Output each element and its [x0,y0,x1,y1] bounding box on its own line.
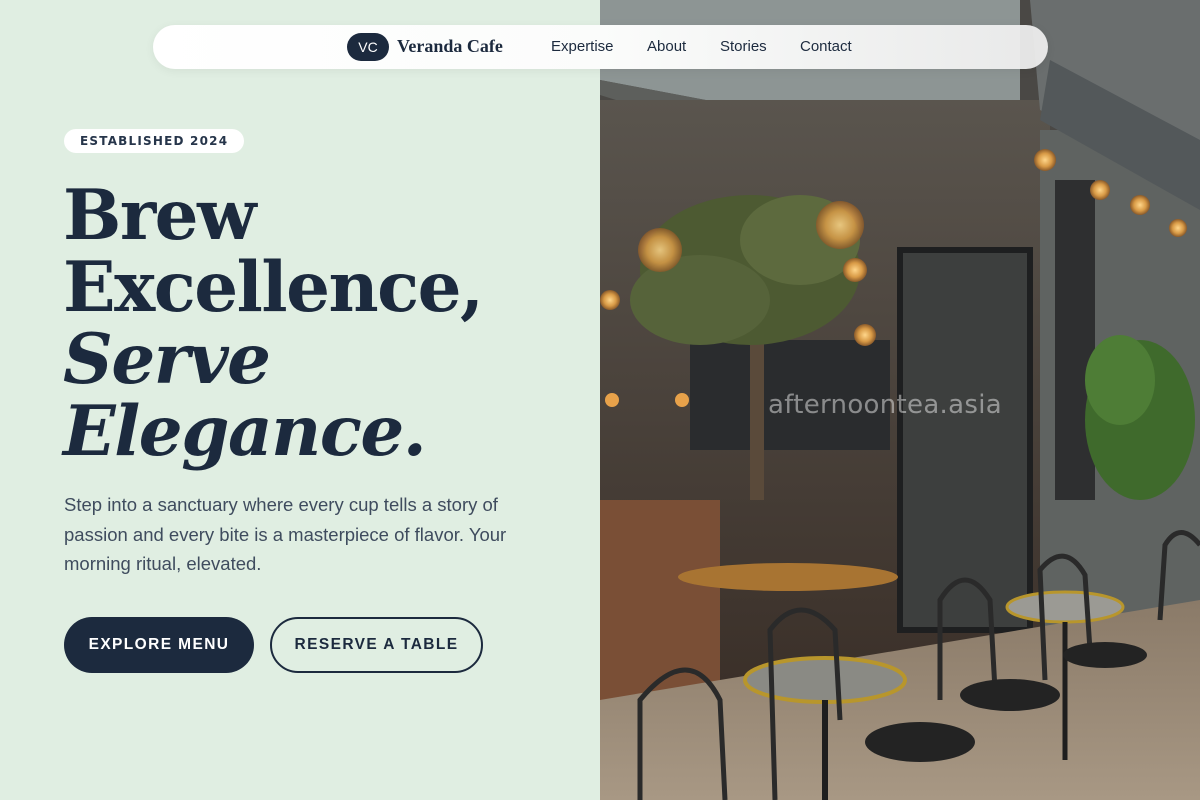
nav-link-expertise[interactable]: Expertise [551,38,614,55]
brand-name[interactable]: Veranda Cafe [397,36,503,57]
logo-badge[interactable]: VC [347,33,389,61]
top-navbar: VC Veranda Cafe Expertise About Stories … [153,25,1048,69]
reserve-table-button[interactable]: RESERVE A TABLE [270,617,483,673]
cafe-photo: afternoontea.asia [600,0,1200,800]
headline-line-4: Elegance. [63,391,427,472]
hero-section: ESTABLISHED 2024 Brew Excellence, Serve … [0,0,600,800]
nav-link-contact[interactable]: Contact [800,38,852,55]
headline-line-3: Serve [63,319,271,400]
explore-menu-button[interactable]: EXPLORE MENU [64,617,254,673]
established-badge: ESTABLISHED 2024 [64,129,245,153]
nav-link-about[interactable]: About [647,38,686,55]
headline-line-1: Brew [63,175,256,256]
hero-description: Step into a sanctuary where every cup te… [64,494,507,574]
hero-headline: Brew Excellence, Serve Elegance. [63,175,484,472]
watermark-text: afternoontea.asia [768,390,1002,420]
nav-link-stories[interactable]: Stories [720,38,767,55]
headline-line-2: Excellence, [63,247,484,328]
